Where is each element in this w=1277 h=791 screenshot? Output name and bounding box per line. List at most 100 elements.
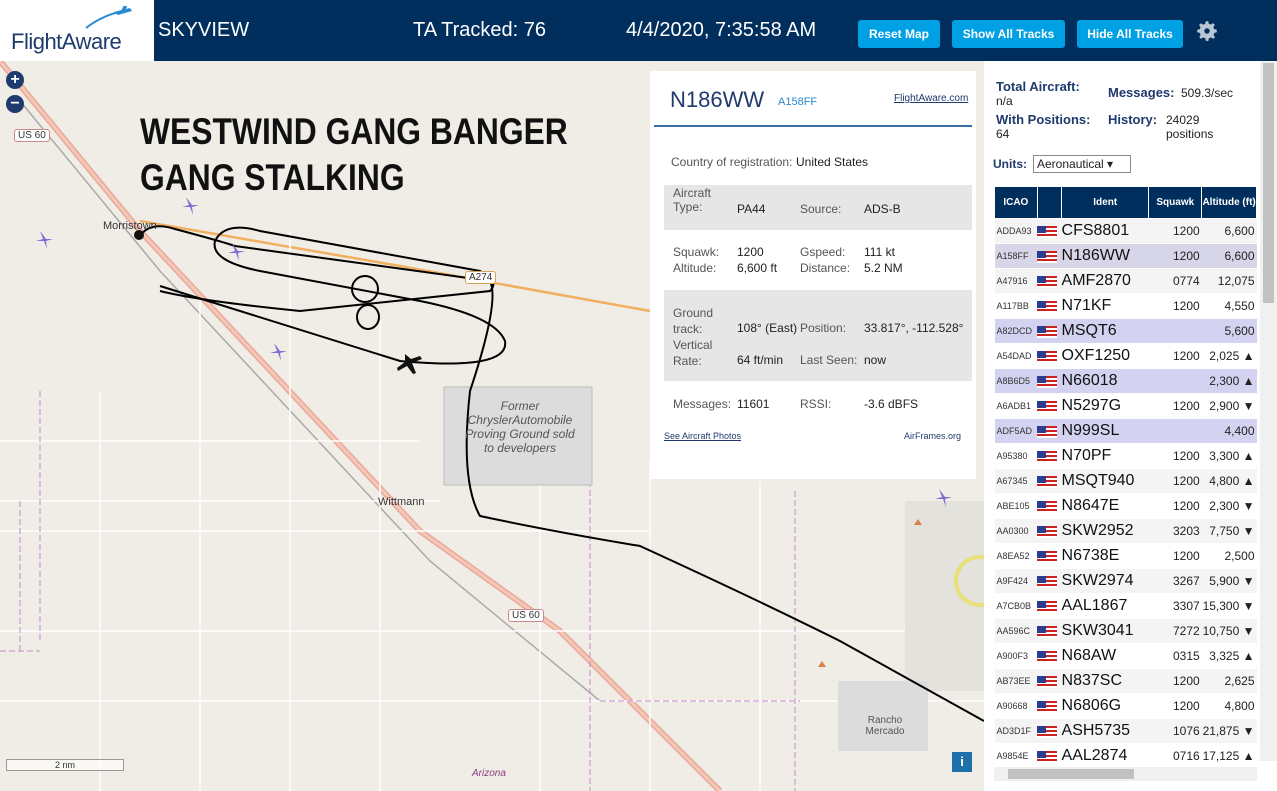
- logo-text: FlightAware: [11, 29, 122, 54]
- aircraft-list-sidebar: Total Aircraft: n/a Messages: 509.3/sec …: [984, 61, 1277, 791]
- detail-messages-label: Messages:: [673, 397, 732, 411]
- us-flag-icon: [1037, 675, 1058, 688]
- table-row[interactable]: A117BB N71KF 1200 4,550: [994, 293, 1257, 319]
- us-flag-icon: [1037, 725, 1058, 738]
- us-flag-icon: [1037, 250, 1058, 263]
- row-ident: ASH5735: [1061, 718, 1149, 744]
- detail-position-value: 33.817°, -112.528°: [864, 321, 964, 335]
- row-icao: A67345: [994, 468, 1038, 494]
- table-row[interactable]: A900F3 N68AW 0315 3,325 ▲: [994, 643, 1257, 669]
- row-flag: [1037, 468, 1062, 494]
- tracked-count: TA Tracked: 76: [413, 19, 547, 41]
- row-squawk: 1200: [1148, 343, 1202, 369]
- table-row[interactable]: A9F424 SKW2974 3267 5,900 ▼: [994, 568, 1257, 594]
- detail-ident: N186WW: [670, 87, 765, 112]
- with-positions-value: 64: [996, 127, 1010, 141]
- us-flag-icon: [1037, 575, 1058, 588]
- table-row[interactable]: A9854E AAL2874 0716 17,125 ▲: [994, 743, 1257, 766]
- row-ident: SKW3041: [1061, 618, 1149, 644]
- detail-altitude-value: 6,600 ft: [737, 261, 778, 275]
- row-altitude: 4,550: [1201, 293, 1257, 319]
- detail-squawk-row: Squawk: 1200 Gspeed: 111 kt Altitude: 6,…: [664, 243, 972, 279]
- row-squawk: 1076: [1148, 718, 1202, 744]
- row-icao: A117BB: [994, 293, 1038, 319]
- table-row[interactable]: AB73EE N837SC 1200 2,625: [994, 668, 1257, 694]
- row-icao: A6ADB1: [994, 393, 1038, 419]
- row-icao: A8EA52: [994, 543, 1038, 569]
- us-flag-icon: [1037, 225, 1058, 238]
- vertical-scrollbar-thumb[interactable]: [1263, 63, 1274, 303]
- table-row[interactable]: A95380 N70PF 1200 3,300 ▲: [994, 443, 1257, 469]
- aircraft-photos-link[interactable]: See Aircraft Photos: [664, 431, 741, 441]
- messages-rate-value: 509.3/sec: [1181, 86, 1234, 100]
- table-row[interactable]: AA0300 SKW2952 3203 7,750 ▼: [994, 518, 1257, 544]
- table-row[interactable]: A47916 AMF2870 0774 12,075: [994, 268, 1257, 294]
- zoom-out-button[interactable]: −: [6, 95, 24, 113]
- detail-icao: A158FF: [778, 96, 818, 108]
- airframes-link[interactable]: AirFrames.org: [904, 431, 961, 441]
- info-button[interactable]: i: [952, 752, 972, 772]
- table-row[interactable]: A8EA52 N6738E 1200 2,500: [994, 543, 1257, 569]
- col-ident[interactable]: Ident: [1061, 186, 1150, 219]
- zoom-in-button[interactable]: +: [6, 71, 24, 89]
- table-row[interactable]: A90668 N6806G 1200 4,800: [994, 693, 1257, 719]
- show-all-tracks-button[interactable]: Show All Tracks: [952, 20, 1065, 48]
- table-row[interactable]: ADDA93 CFS8801 1200 6,600: [994, 218, 1257, 244]
- detail-vrate-label: Vertical Rate:: [673, 338, 713, 368]
- col-icao[interactable]: ICAO: [994, 186, 1038, 219]
- table-row[interactable]: A7CB0B AAL1867 3307 15,300 ▼: [994, 593, 1257, 619]
- row-ident: N8647E: [1061, 493, 1149, 519]
- table-row[interactable]: ADF5AD N999SL 4,400: [994, 418, 1257, 444]
- reset-map-button[interactable]: Reset Map: [858, 20, 940, 48]
- table-row[interactable]: A8B6D5 N66018 2,300 ▲: [994, 368, 1257, 394]
- table-row[interactable]: AA596C SKW3041 7272 10,750 ▼: [994, 618, 1257, 644]
- row-ident: N6806G: [1061, 693, 1149, 719]
- gear-icon[interactable]: [1194, 18, 1220, 44]
- table-row[interactable]: A82DCD MSQT6 5,600: [994, 318, 1257, 344]
- row-flag: [1037, 293, 1062, 319]
- table-row[interactable]: A6ADB1 N5297G 1200 2,900 ▼: [994, 393, 1257, 419]
- current-datetime: 4/4/2020, 7:35:58 AM: [626, 19, 817, 41]
- app-title: SKYVIEW: [158, 19, 250, 41]
- row-icao: AD3D1F: [994, 718, 1038, 744]
- row-flag: [1037, 718, 1062, 744]
- flightaware-link[interactable]: FlightAware.com: [894, 93, 968, 104]
- us60-shield: US 60: [508, 609, 544, 622]
- us-flag-icon: [1037, 625, 1058, 638]
- us-flag-icon: [1037, 300, 1058, 313]
- row-icao: A900F3: [994, 643, 1038, 669]
- row-flag: [1037, 418, 1062, 444]
- detail-country-row: Country of registration: United States: [664, 155, 972, 173]
- row-ident: MSQT940: [1061, 468, 1149, 494]
- hide-all-tracks-button[interactable]: Hide All Tracks: [1077, 20, 1183, 48]
- row-icao: ADF5AD: [994, 418, 1038, 444]
- logo[interactable]: FlightAware: [0, 0, 154, 61]
- units-select[interactable]: Aeronautical ▾: [1033, 155, 1131, 173]
- row-altitude: 2,900 ▼: [1201, 393, 1257, 419]
- aircraft-table: ICAO Ident Squawk Altitude (ft) ADDA93 CF…: [994, 186, 1257, 766]
- table-row[interactable]: A158FF N186WW 1200 6,600: [994, 243, 1257, 269]
- col-altitude[interactable]: Altitude (ft): [1201, 186, 1257, 219]
- row-altitude: 4,400: [1201, 418, 1257, 444]
- col-squawk[interactable]: Squawk: [1148, 186, 1203, 219]
- row-altitude: 21,875 ▼: [1201, 718, 1257, 744]
- table-row[interactable]: AD3D1F ASH5735 1076 21,875 ▼: [994, 718, 1257, 744]
- table-row[interactable]: ABE105 N8647E 1200 2,300 ▼: [994, 493, 1257, 519]
- row-flag: [1037, 618, 1062, 644]
- detail-type-value: PA44: [737, 202, 766, 216]
- col-flag[interactable]: [1036, 186, 1063, 219]
- row-flag: [1037, 343, 1062, 369]
- detail-position-label: Position:: [800, 321, 847, 335]
- row-icao: A8B6D5: [994, 368, 1038, 394]
- row-flag: [1037, 593, 1062, 619]
- table-row[interactable]: A67345 MSQT940 1200 4,800 ▲: [994, 468, 1257, 494]
- row-ident: N68AW: [1061, 643, 1149, 669]
- horizontal-scrollbar-thumb[interactable]: [1008, 769, 1134, 779]
- row-altitude: 12,075: [1201, 268, 1257, 294]
- row-squawk: 7272: [1148, 618, 1202, 644]
- aircraft-table-container[interactable]: ICAO Ident Squawk Altitude (ft) ADDA93 CF…: [994, 186, 1257, 766]
- poi-label-arizona: Arizona: [472, 768, 506, 779]
- row-altitude: 5,900 ▼: [1201, 568, 1257, 594]
- table-row[interactable]: A54DAD OXF1250 1200 2,025 ▲: [994, 343, 1257, 369]
- row-ident: MSQT6: [1061, 318, 1149, 344]
